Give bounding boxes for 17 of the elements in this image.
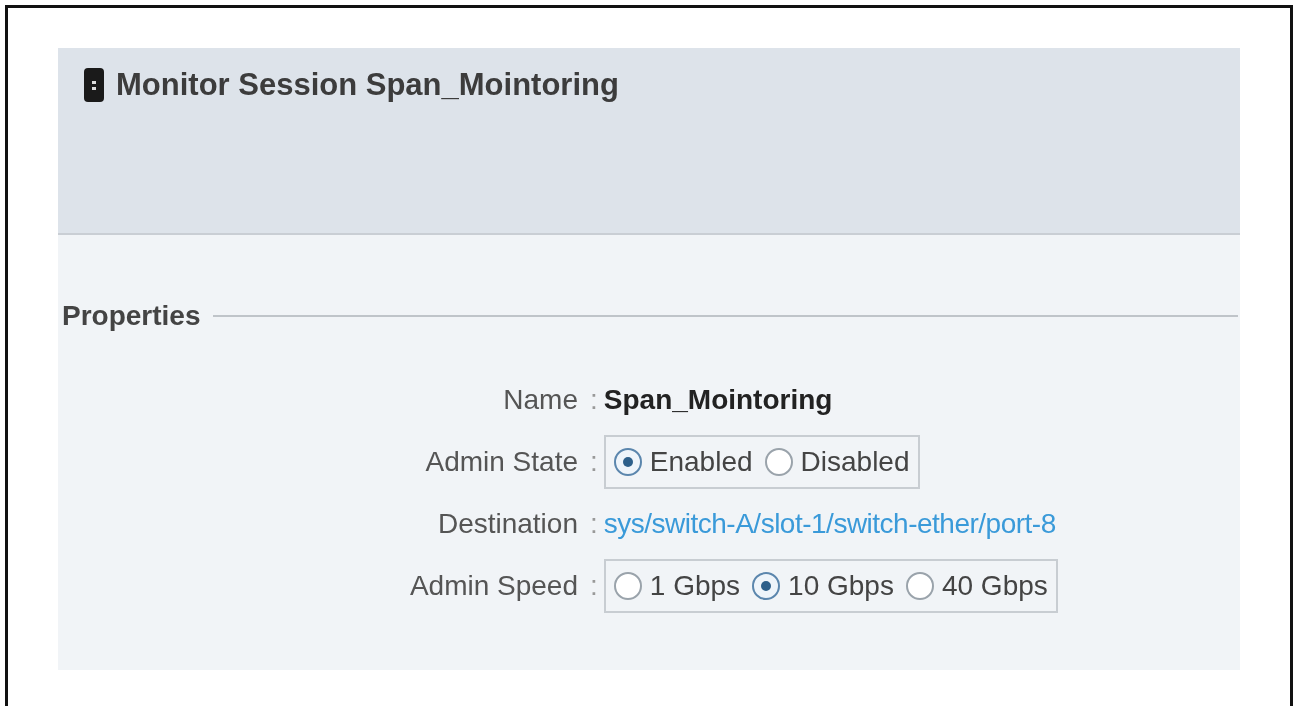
radio-option[interactable]: Disabled xyxy=(764,441,910,483)
radio-option[interactable]: 40 Gbps xyxy=(905,565,1048,607)
field-value: Span_Mointoring xyxy=(603,383,833,417)
section-title: Properties xyxy=(61,299,201,333)
field-label: Admin Speed xyxy=(408,569,578,603)
field-label: Destination xyxy=(436,507,578,541)
device-icon xyxy=(84,68,104,103)
colon: : xyxy=(590,569,598,603)
radio-option[interactable]: Enabled xyxy=(613,441,753,483)
header-title: Monitor Session Span_Mointoring xyxy=(116,66,619,104)
field-label: Admin State xyxy=(424,445,578,479)
field-label: Name xyxy=(502,383,578,417)
colon: : xyxy=(590,383,598,417)
colon: : xyxy=(590,507,598,541)
radio-option[interactable]: 10 Gbps xyxy=(752,565,894,607)
colon: : xyxy=(590,445,598,479)
radio-option[interactable]: 1 Gbps xyxy=(613,565,741,607)
